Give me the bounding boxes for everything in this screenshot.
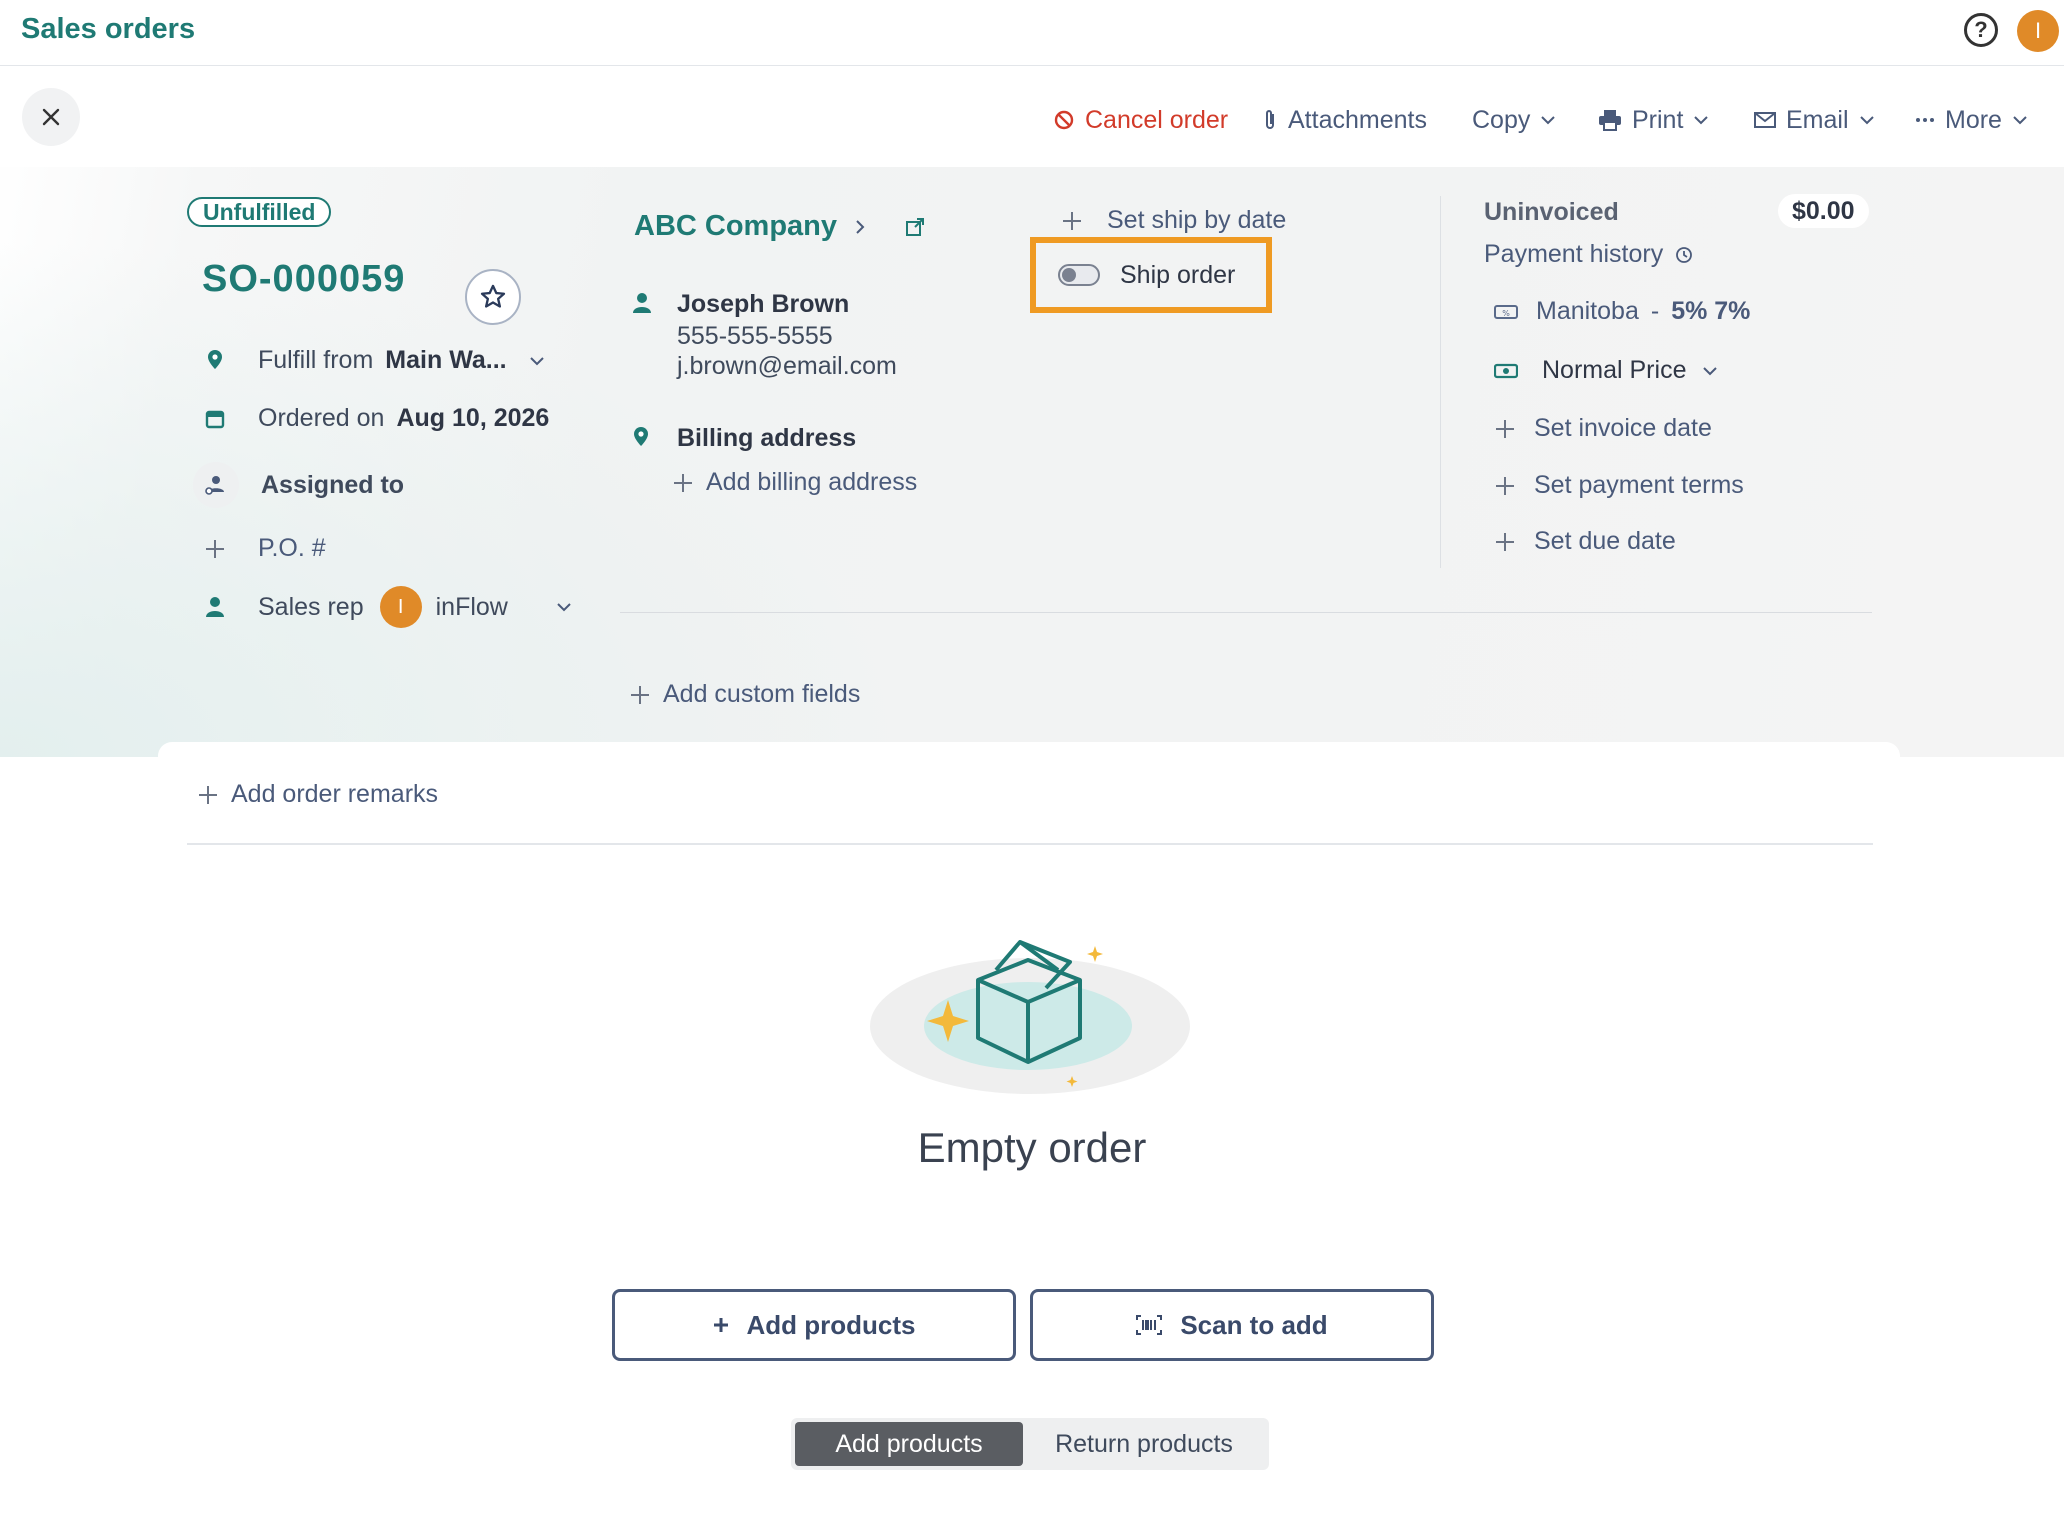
sales-rep-row[interactable]: Sales rep I inFlow — [204, 586, 572, 628]
ordered-on-value: Aug 10, 2026 — [396, 404, 550, 432]
plus-icon — [206, 539, 224, 558]
toggle-knob — [1062, 268, 1076, 282]
tax-tag-icon: % — [1494, 304, 1518, 319]
chevron-down-icon — [557, 603, 571, 612]
empty-order-title: Empty order — [917, 1124, 1147, 1171]
status-badge: Unfulfilled — [187, 197, 332, 227]
tax-rates: 5% 7% — [1671, 297, 1751, 325]
payment-history-link[interactable]: Payment history — [1484, 240, 1693, 269]
plus-icon — [1496, 532, 1514, 551]
po-number-row[interactable]: P.O. # — [204, 534, 326, 563]
set-invoice-date-label: Set invoice date — [1534, 414, 1712, 442]
set-ship-by-date-label: Set ship by date — [1107, 206, 1287, 234]
header-divider — [620, 612, 1872, 613]
sales-rep-avatar: I — [379, 586, 422, 628]
pricing-scheme-dropdown[interactable]: Normal Price — [1494, 356, 1718, 385]
product-mode-toggle: Add products Return products — [791, 1418, 1269, 1470]
set-payment-terms-label: Set payment terms — [1534, 471, 1744, 499]
favorite-button[interactable] — [465, 269, 521, 325]
billing-address-label: Billing address — [677, 424, 857, 452]
set-due-date-label: Set due date — [1534, 527, 1676, 555]
remarks-divider — [187, 843, 1873, 845]
empty-box-illustration — [870, 940, 1190, 1094]
clock-icon — [1676, 246, 1693, 263]
set-due-date-link[interactable]: Set due date — [1494, 527, 1676, 556]
plus-icon — [1496, 419, 1514, 438]
location-pin-icon — [208, 349, 222, 369]
chevron-right-icon — [856, 219, 865, 234]
set-invoice-date-link[interactable]: Set invoice date — [1494, 414, 1712, 443]
ordered-on-row[interactable]: Ordered on Aug 10, 2026 — [204, 404, 549, 433]
external-link-icon[interactable] — [905, 217, 925, 237]
plus-icon — [199, 785, 217, 804]
order-total-badge: $0.00 — [1778, 194, 1869, 228]
location-pin-icon — [634, 427, 648, 446]
add-products-label: Add products — [746, 1309, 916, 1340]
company-row[interactable]: ABC Company — [634, 210, 925, 243]
tax-separator: - — [1650, 297, 1660, 325]
payment-history-label: Payment history — [1484, 240, 1664, 268]
star-icon — [480, 284, 506, 308]
set-payment-terms-link[interactable]: Set payment terms — [1494, 471, 1744, 500]
add-custom-fields-link[interactable]: Add custom fields — [629, 680, 860, 709]
ship-order-toggle[interactable] — [1058, 264, 1100, 286]
contact-email: j.brown@email.com — [677, 352, 897, 380]
ship-order-label: Ship order — [1120, 260, 1236, 289]
add-products-button[interactable]: Add products — [612, 1289, 1016, 1361]
sales-rep-label: Sales rep — [258, 592, 364, 621]
contact-name: Joseph Brown — [677, 290, 850, 318]
pricing-scheme-value: Normal Price — [1542, 356, 1687, 384]
scan-to-add-label: Scan to add — [1180, 1309, 1328, 1340]
team-icon — [193, 462, 239, 508]
order-content: Unfulfilled SO-000059 Fulfill from Main … — [0, 0, 2064, 1520]
person-icon — [633, 293, 651, 313]
plus-icon — [631, 685, 649, 704]
ordered-on-label: Ordered on — [258, 404, 385, 432]
mode-add-products[interactable]: Add products — [795, 1422, 1023, 1466]
fulfill-from-value: Main Wa... — [385, 346, 507, 374]
chevron-down-icon — [1703, 366, 1718, 375]
scan-to-add-button[interactable]: Scan to add — [1030, 1289, 1434, 1361]
add-order-remarks-link[interactable]: Add order remarks — [197, 780, 438, 809]
order-number: SO-000059 — [202, 258, 406, 300]
plus-icon — [1063, 211, 1081, 230]
assigned-to-label: Assigned to — [261, 470, 405, 499]
add-billing-address-label: Add billing address — [706, 468, 918, 496]
fulfill-from-row[interactable]: Fulfill from Main Wa... — [204, 346, 545, 375]
assigned-to-row[interactable]: Assigned to — [193, 462, 404, 508]
sales-rep-value: inFlow — [435, 592, 508, 621]
company-link[interactable]: ABC Company — [634, 210, 837, 243]
chevron-down-icon — [529, 356, 544, 365]
tax-row[interactable]: % Manitoba - 5% 7% — [1494, 297, 1750, 326]
po-number-label: P.O. # — [258, 534, 326, 562]
calendar-icon — [205, 410, 225, 428]
set-ship-by-date-link[interactable]: Set ship by date — [1061, 206, 1286, 235]
add-order-remarks-label: Add order remarks — [231, 780, 439, 808]
add-custom-fields-label: Add custom fields — [663, 680, 861, 708]
invoice-status-label: Uninvoiced — [1484, 198, 1619, 226]
tax-region: Manitoba — [1536, 297, 1639, 325]
plus-icon — [674, 473, 692, 492]
mode-return-products[interactable]: Return products — [1023, 1422, 1265, 1466]
column-divider — [1440, 196, 1441, 568]
plus-icon — [713, 1318, 728, 1332]
fulfill-from-label: Fulfill from — [258, 346, 374, 374]
plus-icon — [1496, 476, 1514, 495]
barcode-icon — [1136, 1315, 1163, 1335]
person-icon — [206, 597, 224, 617]
cash-icon — [1494, 363, 1518, 378]
ship-order-toggle-highlight: Ship order — [1030, 237, 1272, 313]
contact-phone: 555-555-5555 — [677, 322, 833, 350]
add-billing-address-link[interactable]: Add billing address — [672, 468, 917, 497]
svg-text:%: % — [1502, 309, 1510, 318]
